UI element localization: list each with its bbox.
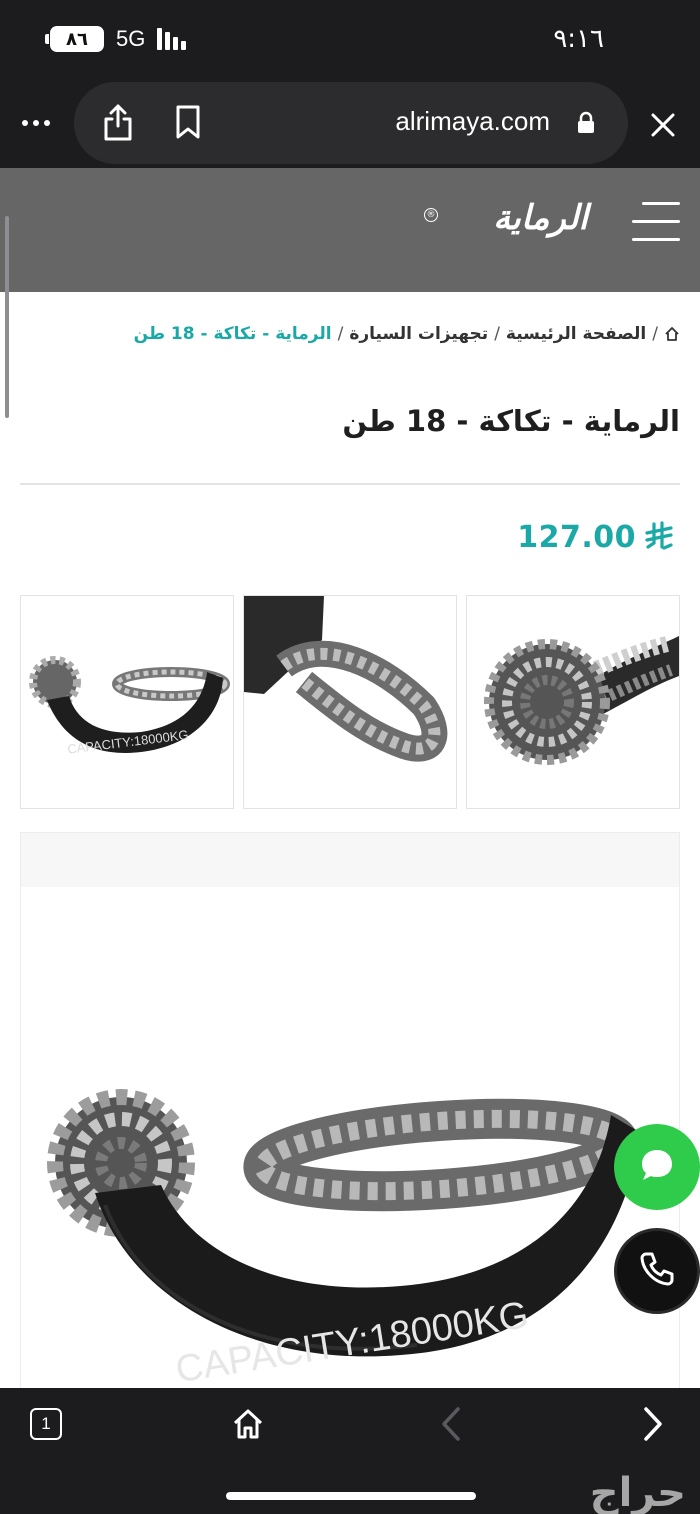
- home-indicator: [226, 1492, 476, 1500]
- thumbnail-gallery: CAPACITY:18000KG: [20, 595, 680, 809]
- site-logo[interactable]: الرماية: [493, 198, 589, 238]
- phone-button[interactable]: [614, 1228, 700, 1314]
- product-price: 127.00: [517, 520, 674, 555]
- thumbnail-knot[interactable]: [466, 595, 680, 809]
- browser-toolbar: alrimaya.com: [0, 82, 700, 168]
- battery-indicator: ٨٦: [45, 26, 104, 52]
- thumbnail-full[interactable]: CAPACITY:18000KG: [20, 595, 234, 809]
- title-divider: [20, 483, 680, 485]
- thumbnail-loop[interactable]: [243, 595, 457, 809]
- main-product-image[interactable]: CAPACITY:18000KG: [20, 832, 680, 1392]
- breadcrumb-home[interactable]: الصفحة الرئيسية: [506, 324, 646, 344]
- phone-icon: [638, 1250, 676, 1292]
- url-text[interactable]: alrimaya.com: [395, 106, 550, 137]
- registered-mark: ®: [424, 208, 438, 222]
- home-icon[interactable]: [664, 326, 680, 342]
- menu-icon[interactable]: [632, 202, 680, 242]
- signal-icon: [157, 28, 187, 50]
- product-title: الرماية - تكاكة - 18 طن: [342, 404, 680, 438]
- breadcrumb-category[interactable]: تجهيزات السيارة: [349, 324, 488, 344]
- bottom-toolbar: 1 حراج: [0, 1388, 700, 1514]
- haraj-watermark: حراج: [589, 1470, 686, 1514]
- riyal-icon: [644, 520, 674, 555]
- tabs-button[interactable]: 1: [30, 1408, 62, 1440]
- more-icon[interactable]: [18, 108, 54, 138]
- lock-icon: [576, 110, 596, 136]
- breadcrumb-current: الرماية - تكاكة - 18 طن: [133, 324, 332, 344]
- home-icon[interactable]: [230, 1406, 266, 1442]
- chat-button[interactable]: [614, 1124, 700, 1210]
- status-bar: ٨٦ 5G ٩:١٦: [0, 0, 700, 82]
- site-header: ® الرماية: [0, 168, 700, 292]
- price-value: 127.00: [517, 520, 636, 555]
- page-scrollbar[interactable]: [5, 216, 9, 418]
- address-bar[interactable]: alrimaya.com: [74, 82, 628, 164]
- close-icon[interactable]: [646, 108, 680, 142]
- clock: ٩:١٦: [553, 24, 604, 54]
- chat-icon: [637, 1145, 677, 1189]
- back-icon[interactable]: [436, 1404, 466, 1444]
- breadcrumb-separator: /: [494, 324, 500, 344]
- network-type: 5G: [116, 26, 146, 51]
- breadcrumb-separator: /: [652, 324, 658, 344]
- forward-icon[interactable]: [638, 1404, 668, 1444]
- breadcrumb: / الصفحة الرئيسية / تجهيزات السيارة / ال…: [134, 324, 680, 344]
- breadcrumb-separator: /: [337, 324, 344, 344]
- status-left: ٨٦ 5G: [45, 26, 187, 52]
- share-icon[interactable]: [98, 100, 138, 144]
- bookmark-icon[interactable]: [170, 102, 206, 142]
